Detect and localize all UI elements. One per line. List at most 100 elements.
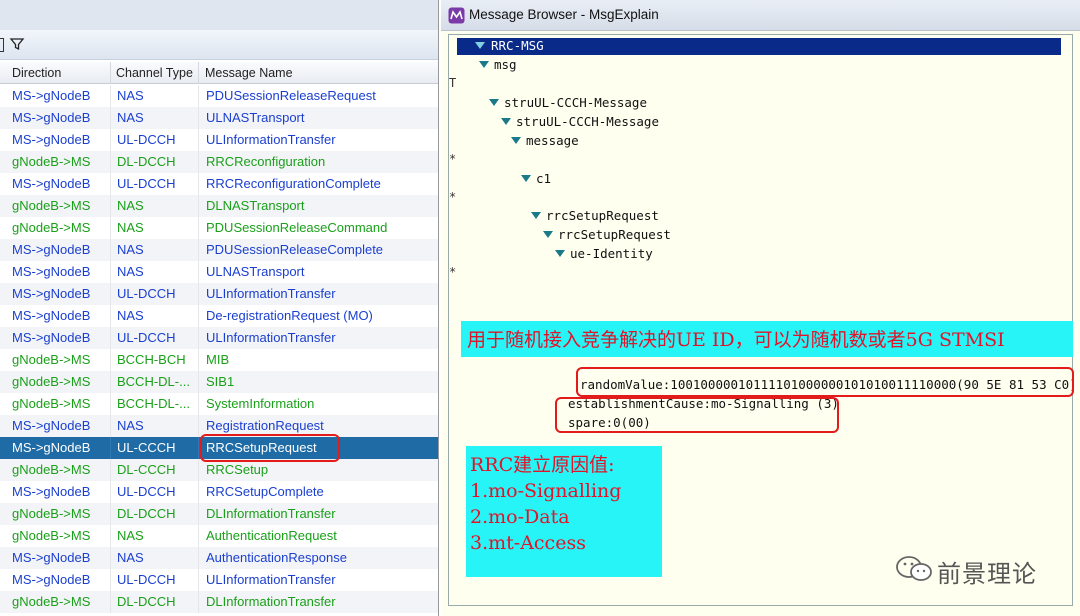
cell-channel-type: NAS xyxy=(117,418,144,433)
cell-channel-type: UL-DCCH xyxy=(117,132,176,147)
cell-direction: MS->gNodeB xyxy=(12,308,91,323)
cell-message-name: PDUSessionReleaseCommand xyxy=(206,220,388,235)
cell-message-name: DLInformationTransfer xyxy=(206,506,336,521)
establishment-cause-highlight xyxy=(555,397,839,433)
message-tree-view: RRC-MSG msg T struUL-CCCH-Message struUL… xyxy=(448,34,1077,606)
table-row[interactable]: gNodeB->MS DL-DCCH DLInformationTransfer xyxy=(0,591,438,613)
expand-arrow-icon[interactable] xyxy=(501,118,511,125)
cell-direction: gNodeB->MS xyxy=(12,528,91,543)
cell-message-name: RRCSetup xyxy=(206,462,269,477)
cell-message-name: DLInformationTransfer xyxy=(206,594,336,609)
expand-arrow-icon[interactable] xyxy=(479,61,489,68)
table-row[interactable]: gNodeB->MS BCCH-DL-... SIB1 xyxy=(0,371,438,393)
expand-arrow-icon[interactable] xyxy=(511,137,521,144)
tree-marker: * xyxy=(449,265,457,279)
cell-direction: MS->gNodeB xyxy=(12,484,91,499)
cell-direction: gNodeB->MS xyxy=(12,352,91,367)
cell-direction: gNodeB->MS xyxy=(12,396,91,411)
cell-message-name: AuthenticationRequest xyxy=(206,528,337,543)
table-row[interactable]: MS->gNodeB NAS AuthenticationResponse xyxy=(0,547,438,569)
selected-message-highlight xyxy=(200,434,340,462)
table-row[interactable]: MS->gNodeB NAS PDUSessionReleaseComplete xyxy=(0,239,438,261)
cell-channel-type: UL-DCCH xyxy=(117,176,176,191)
cell-channel-type: DL-DCCH xyxy=(117,506,176,521)
title-bar: Message Browser - MsgExplain xyxy=(441,0,1080,31)
cell-channel-type: BCCH-DL-... xyxy=(117,374,190,389)
table-row[interactable]: gNodeB->MS DL-CCCH RRCSetup xyxy=(0,459,438,481)
cell-channel-type: BCCH-DL-... xyxy=(117,396,190,411)
expand-arrow-icon[interactable] xyxy=(555,250,565,257)
expand-arrow-icon[interactable] xyxy=(521,175,531,182)
table-row[interactable]: MS->gNodeB NAS PDUSessionReleaseRequest xyxy=(0,85,438,107)
column-header-channel-type[interactable]: Channel Type xyxy=(116,66,193,80)
cell-message-name: PDUSessionReleaseComplete xyxy=(206,242,384,257)
table-row[interactable]: MS->gNodeB UL-DCCH RRCSetupComplete xyxy=(0,481,438,503)
table-row[interactable]: MS->gNodeB UL-DCCH RRCReconfigurationCompl… xyxy=(0,173,438,195)
cell-channel-type: NAS xyxy=(117,550,144,565)
cell-direction: MS->gNodeB xyxy=(12,550,91,565)
table-row[interactable]: MS->gNodeB NAS De-registrationRequest (MO) xyxy=(0,305,438,327)
column-header-direction[interactable]: Direction xyxy=(12,66,61,80)
cell-channel-type: DL-DCCH xyxy=(117,594,176,609)
cell-direction: MS->gNodeB xyxy=(12,330,91,345)
cell-message-name: SystemInformation xyxy=(206,396,315,411)
column-header-message-name[interactable]: Message Name xyxy=(205,66,293,80)
cell-channel-type: DL-CCCH xyxy=(117,462,176,477)
cell-message-name: MIB xyxy=(206,352,230,367)
cell-direction: gNodeB->MS xyxy=(12,154,91,169)
cell-direction: MS->gNodeB xyxy=(12,264,91,279)
cell-message-name: SIB1 xyxy=(206,374,235,389)
filter-icon[interactable] xyxy=(9,36,25,52)
cell-direction: gNodeB->MS xyxy=(12,220,91,235)
table-row[interactable]: gNodeB->MS NAS AuthenticationRequest xyxy=(0,525,438,547)
expand-arrow-icon[interactable] xyxy=(531,212,541,219)
tree-marker: * xyxy=(449,190,457,204)
cell-direction: MS->gNodeB xyxy=(12,110,91,125)
table-row[interactable]: gNodeB->MS BCCH-BCH MIB xyxy=(0,349,438,371)
cell-message-name: ULNASTransport xyxy=(206,110,305,125)
cell-direction: MS->gNodeB xyxy=(12,88,91,103)
cell-channel-type: UL-DCCH xyxy=(117,484,176,499)
cell-channel-type: UL-DCCH xyxy=(117,572,176,587)
cell-channel-type: UL-DCCH xyxy=(117,330,176,345)
annotation-establishment-causes: RRC建立原因值: 1.mo-Signalling 2.mo-Data 3.mt… xyxy=(466,446,662,577)
random-value-highlight xyxy=(576,367,1074,397)
table-row[interactable]: gNodeB->MS DL-DCCH DLInformationTransfer xyxy=(0,503,438,525)
cell-message-name: De-registrationRequest (MO) xyxy=(206,308,373,323)
table-row[interactable]: MS->gNodeB UL-DCCH ULInformationTransfer xyxy=(0,569,438,591)
cell-direction: MS->gNodeB xyxy=(12,572,91,587)
toolbar xyxy=(0,30,438,60)
table-row[interactable]: gNodeB->MS BCCH-DL-... SystemInformation xyxy=(0,393,438,415)
cell-direction: gNodeB->MS xyxy=(12,594,91,609)
table-row[interactable]: gNodeB->MS DL-DCCH RRCReconfiguration xyxy=(0,151,438,173)
cell-direction: gNodeB->MS xyxy=(12,198,91,213)
table-row[interactable]: MS->gNodeB NAS ULNASTransport xyxy=(0,107,438,129)
cell-message-name: ULInformationTransfer xyxy=(206,132,336,147)
cell-message-name: ULInformationTransfer xyxy=(206,572,336,587)
cell-channel-type: DL-DCCH xyxy=(117,154,176,169)
table-row[interactable]: MS->gNodeB UL-DCCH ULInformationTransfer xyxy=(0,283,438,305)
tree-marker: T xyxy=(449,76,457,90)
table-row[interactable]: MS->gNodeB UL-DCCH ULInformationTransfer xyxy=(0,129,438,151)
table-row[interactable]: MS->gNodeB NAS ULNASTransport xyxy=(0,261,438,283)
tree-node-root[interactable]: RRC-MSG xyxy=(457,38,1061,55)
cell-channel-type: UL-CCCH xyxy=(117,440,176,455)
expand-arrow-icon[interactable] xyxy=(489,99,499,106)
cell-channel-type: NAS xyxy=(117,110,144,125)
cell-message-name: PDUSessionReleaseRequest xyxy=(206,88,376,103)
cell-message-name: ULInformationTransfer xyxy=(206,330,336,345)
cell-message-name: ULNASTransport xyxy=(206,264,305,279)
table-row[interactable]: gNodeB->MS NAS DLNASTransport xyxy=(0,195,438,217)
window-title: Message Browser - MsgExplain xyxy=(469,7,659,22)
table-row[interactable]: MS->gNodeB UL-DCCH ULInformationTransfer xyxy=(0,327,438,349)
cell-channel-type: NAS xyxy=(117,264,144,279)
expand-arrow-icon[interactable] xyxy=(475,42,485,49)
expand-arrow-icon[interactable] xyxy=(543,231,553,238)
panel-edge-icon xyxy=(0,38,4,52)
cell-message-name: ULInformationTransfer xyxy=(206,286,336,301)
app-icon xyxy=(448,7,465,24)
annotation-ue-id: 用于随机接入竞争解决的UE ID，可以为随机数或者5G STMSI xyxy=(461,321,1073,357)
table-row[interactable]: gNodeB->MS NAS PDUSessionReleaseCommand xyxy=(0,217,438,239)
cell-channel-type: NAS xyxy=(117,220,144,235)
cell-channel-type: BCCH-BCH xyxy=(117,352,186,367)
